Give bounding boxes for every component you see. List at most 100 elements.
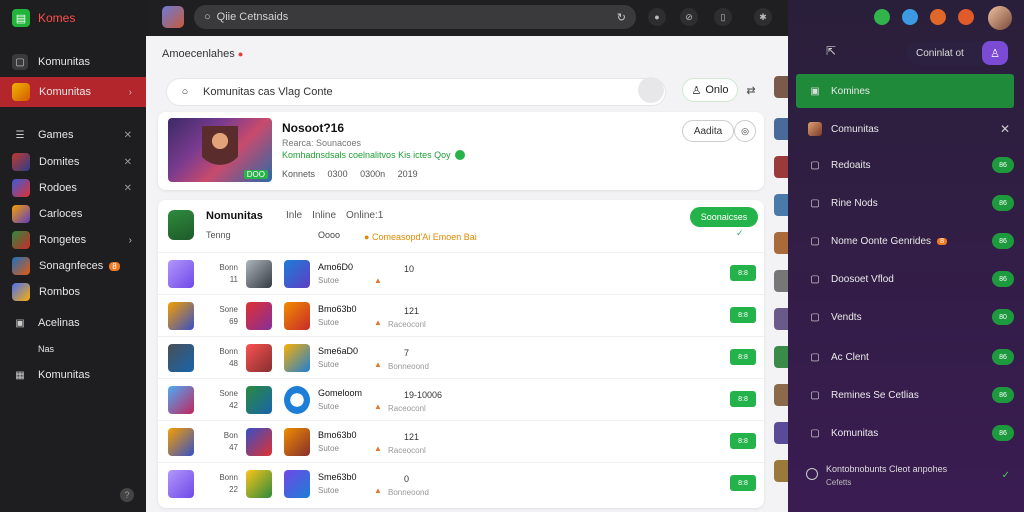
game-thumb-icon bbox=[12, 153, 30, 171]
online-label: Onlo bbox=[705, 84, 729, 96]
add-button[interactable]: Aadita bbox=[682, 120, 734, 142]
table-row[interactable]: Sone 69 Bmo63b0 Sutoe ▲ 121 Raceoconl 8:… bbox=[158, 294, 764, 336]
grid-icon: ▦ bbox=[15, 369, 25, 381]
sidebar-item-domites[interactable]: Domites ✕ bbox=[0, 149, 146, 175]
right-item-label: Remines Se Cetlias bbox=[831, 389, 919, 401]
avatar[interactable] bbox=[162, 6, 184, 28]
column-label: Inline bbox=[312, 210, 337, 221]
status-icon[interactable] bbox=[874, 9, 890, 25]
sidebar-item-acelinas[interactable]: ▣ Acelinas bbox=[0, 310, 146, 336]
settings-icon[interactable]: ✱ bbox=[754, 8, 772, 26]
table-row[interactable]: Sone 42 Gomeloom Sutoe ▲ 19-10006 Raceoc… bbox=[158, 378, 764, 420]
refresh-icon[interactable]: ↻ bbox=[617, 11, 626, 24]
record-icon[interactable]: ● bbox=[648, 8, 666, 26]
online-button[interactable]: ♙ Onlo bbox=[682, 78, 738, 102]
copy-icon[interactable]: ▯ bbox=[714, 8, 732, 26]
row-game-icon bbox=[246, 428, 272, 456]
contact-button[interactable]: Coninlat ot ♙ bbox=[906, 41, 1008, 65]
close-icon[interactable]: ✕ bbox=[124, 183, 132, 194]
right-item-komunitas[interactable]: ▢ Komunitas 86 bbox=[796, 416, 1014, 450]
sidebar-item-komunitas-grid[interactable]: ▦ Komunitas bbox=[0, 362, 146, 388]
row-play-button[interactable]: 8:8 bbox=[730, 349, 756, 365]
row-label: Sone bbox=[219, 389, 238, 398]
table-row[interactable]: Bonn 11 Amo6D0 Sutoe ▲ 10 8:8 bbox=[158, 252, 764, 294]
chat-icon: ▢ bbox=[810, 311, 820, 323]
row-play-button[interactable]: 8:8 bbox=[730, 391, 756, 407]
join-button[interactable]: Soonaicses bbox=[690, 207, 758, 227]
filter-button[interactable] bbox=[638, 77, 664, 103]
close-icon[interactable]: ✕ bbox=[124, 157, 132, 168]
community-warning-text: Comeasopd'Ai Emoen Bai bbox=[371, 232, 477, 242]
sidebar-item-nas[interactable]: Nas bbox=[0, 336, 146, 362]
sidebar-item-label: Sonagnfeces bbox=[39, 260, 104, 272]
more-icon[interactable]: ◎ bbox=[734, 120, 756, 142]
featured-card[interactable]: DOO Nosoot?16 Rearca: Sounacoes Komhadns… bbox=[158, 112, 764, 190]
right-item-komines[interactable]: ▣ Komines bbox=[796, 74, 1014, 108]
sidebar-item-games[interactable]: ☰ Games ✕ bbox=[0, 122, 146, 148]
table-row[interactable]: Bonn 48 Sme6aD0 Sutoe ▲ 7 Bonneoond 8:8 bbox=[158, 336, 764, 378]
right-item-label: Redoaits bbox=[831, 159, 871, 171]
game-icon[interactable] bbox=[930, 9, 946, 25]
shield-icon[interactable] bbox=[902, 9, 918, 25]
main-content: Amoecenlahes ● ○ Komunitas cas Vlag Cont… bbox=[146, 36, 788, 512]
hero-figure bbox=[202, 126, 238, 176]
search-text: Komunitas cas Vlag Conte bbox=[203, 86, 333, 98]
row-game-icon bbox=[284, 344, 310, 372]
right-item-nome-oonte[interactable]: ▢ Nome Oonte Genrides 8 86 bbox=[796, 224, 1014, 258]
chat-icon: ▢ bbox=[810, 235, 820, 247]
featured-stats: Konnets 0300 0300n 2019 bbox=[282, 169, 428, 179]
row-name: Gomeloom bbox=[318, 388, 363, 398]
row-play-button[interactable]: 8:8 bbox=[730, 265, 756, 281]
right-item-ac-clent[interactable]: ▢ Ac Clent 86 bbox=[796, 340, 1014, 374]
row-label: 48 bbox=[229, 359, 238, 368]
right-item-redoaits[interactable]: ▢ Redoaits 86 bbox=[796, 148, 1014, 182]
check-icon: ✓ bbox=[736, 228, 744, 238]
link-icon[interactable]: ⊘ bbox=[680, 8, 698, 26]
collapse-icon[interactable]: ⇱ bbox=[826, 44, 836, 58]
community-list: Nomunitas Tenng Inle Inline Online:1 Ooo… bbox=[158, 200, 764, 508]
sidebar-item-label: Rongetes bbox=[39, 234, 87, 246]
shuffle-icon[interactable]: ⇄ bbox=[738, 78, 764, 102]
community-search-input[interactable]: ○ Komunitas cas Vlag Conte bbox=[166, 78, 666, 106]
right-item-rine-nods[interactable]: ▢ Rine Nods 86 bbox=[796, 186, 1014, 220]
row-label: 22 bbox=[229, 485, 238, 494]
table-row[interactable]: Bonn 22 Sme63b0 Sutoe ▲ 0 Bonneoond 8:8 bbox=[158, 462, 764, 504]
sidebar-item-komunitas-active[interactable]: Komunitas › bbox=[0, 77, 146, 107]
sidebar-item-komunitas[interactable]: ▢ Komunitas bbox=[0, 49, 146, 75]
sidebar-item-rodoes[interactable]: Rodoes ✕ bbox=[0, 175, 146, 201]
sidebar-item-label: Games bbox=[38, 129, 74, 141]
thumbnail-strip bbox=[772, 76, 790, 512]
featured-subtitle: Rearca: Sounacoes bbox=[282, 138, 362, 148]
right-item-doosoet[interactable]: ▢ Doosoet Vflod 86 bbox=[796, 262, 1014, 296]
row-meta: Sutoe bbox=[318, 360, 339, 369]
game-icon[interactable] bbox=[958, 9, 974, 25]
sidebar-item-rongetes[interactable]: Rongetes › bbox=[0, 227, 146, 253]
fire-icon: ▲ bbox=[374, 360, 382, 369]
sidebar-item-carloces[interactable]: Carloces bbox=[0, 201, 146, 227]
row-thumb bbox=[168, 344, 194, 372]
right-item-vendts[interactable]: ▢ Vendts 80 bbox=[796, 300, 1014, 334]
right-footer-item[interactable]: Kontobnobunts Cleot anpohes Cefetts ✓ bbox=[796, 460, 1014, 500]
row-game-icon bbox=[284, 386, 310, 414]
brand[interactable]: ▤ Komes bbox=[12, 9, 75, 27]
top-search-input[interactable]: ○ Qiie Cetnsaids ↻ bbox=[194, 5, 636, 29]
row-play-button[interactable]: 8:8 bbox=[730, 307, 756, 323]
sidebar-item-rombos[interactable]: Rombos bbox=[0, 279, 146, 305]
fire-icon: ▲ bbox=[374, 318, 382, 327]
game-thumb-icon bbox=[808, 122, 822, 136]
sidebar-item-sonagnfeces[interactable]: Sonagnfeces 8 bbox=[0, 253, 146, 279]
row-play-button[interactable]: 8:8 bbox=[730, 433, 756, 449]
close-icon[interactable]: ✕ bbox=[1000, 122, 1010, 136]
right-item-comunitas[interactable]: Comunitas ✕ bbox=[796, 112, 1014, 146]
row-play-button[interactable]: 8:8 bbox=[730, 475, 756, 491]
count-pill: 86 bbox=[992, 233, 1014, 249]
row-game-icon bbox=[246, 386, 272, 414]
right-item-remines[interactable]: ▢ Remines Se Cetlias 86 bbox=[796, 378, 1014, 412]
person-icon: ♙ bbox=[982, 41, 1008, 65]
help-icon[interactable]: ? bbox=[120, 488, 134, 502]
avatar[interactable] bbox=[988, 6, 1012, 30]
right-item-label: Vendts bbox=[831, 311, 862, 323]
close-icon[interactable]: ✕ bbox=[124, 130, 132, 141]
column-label: Inle bbox=[286, 210, 303, 221]
table-row[interactable]: Bon 47 Bmo63b0 Sutoe ▲ 121 Raceoconl 8:8 bbox=[158, 420, 764, 462]
